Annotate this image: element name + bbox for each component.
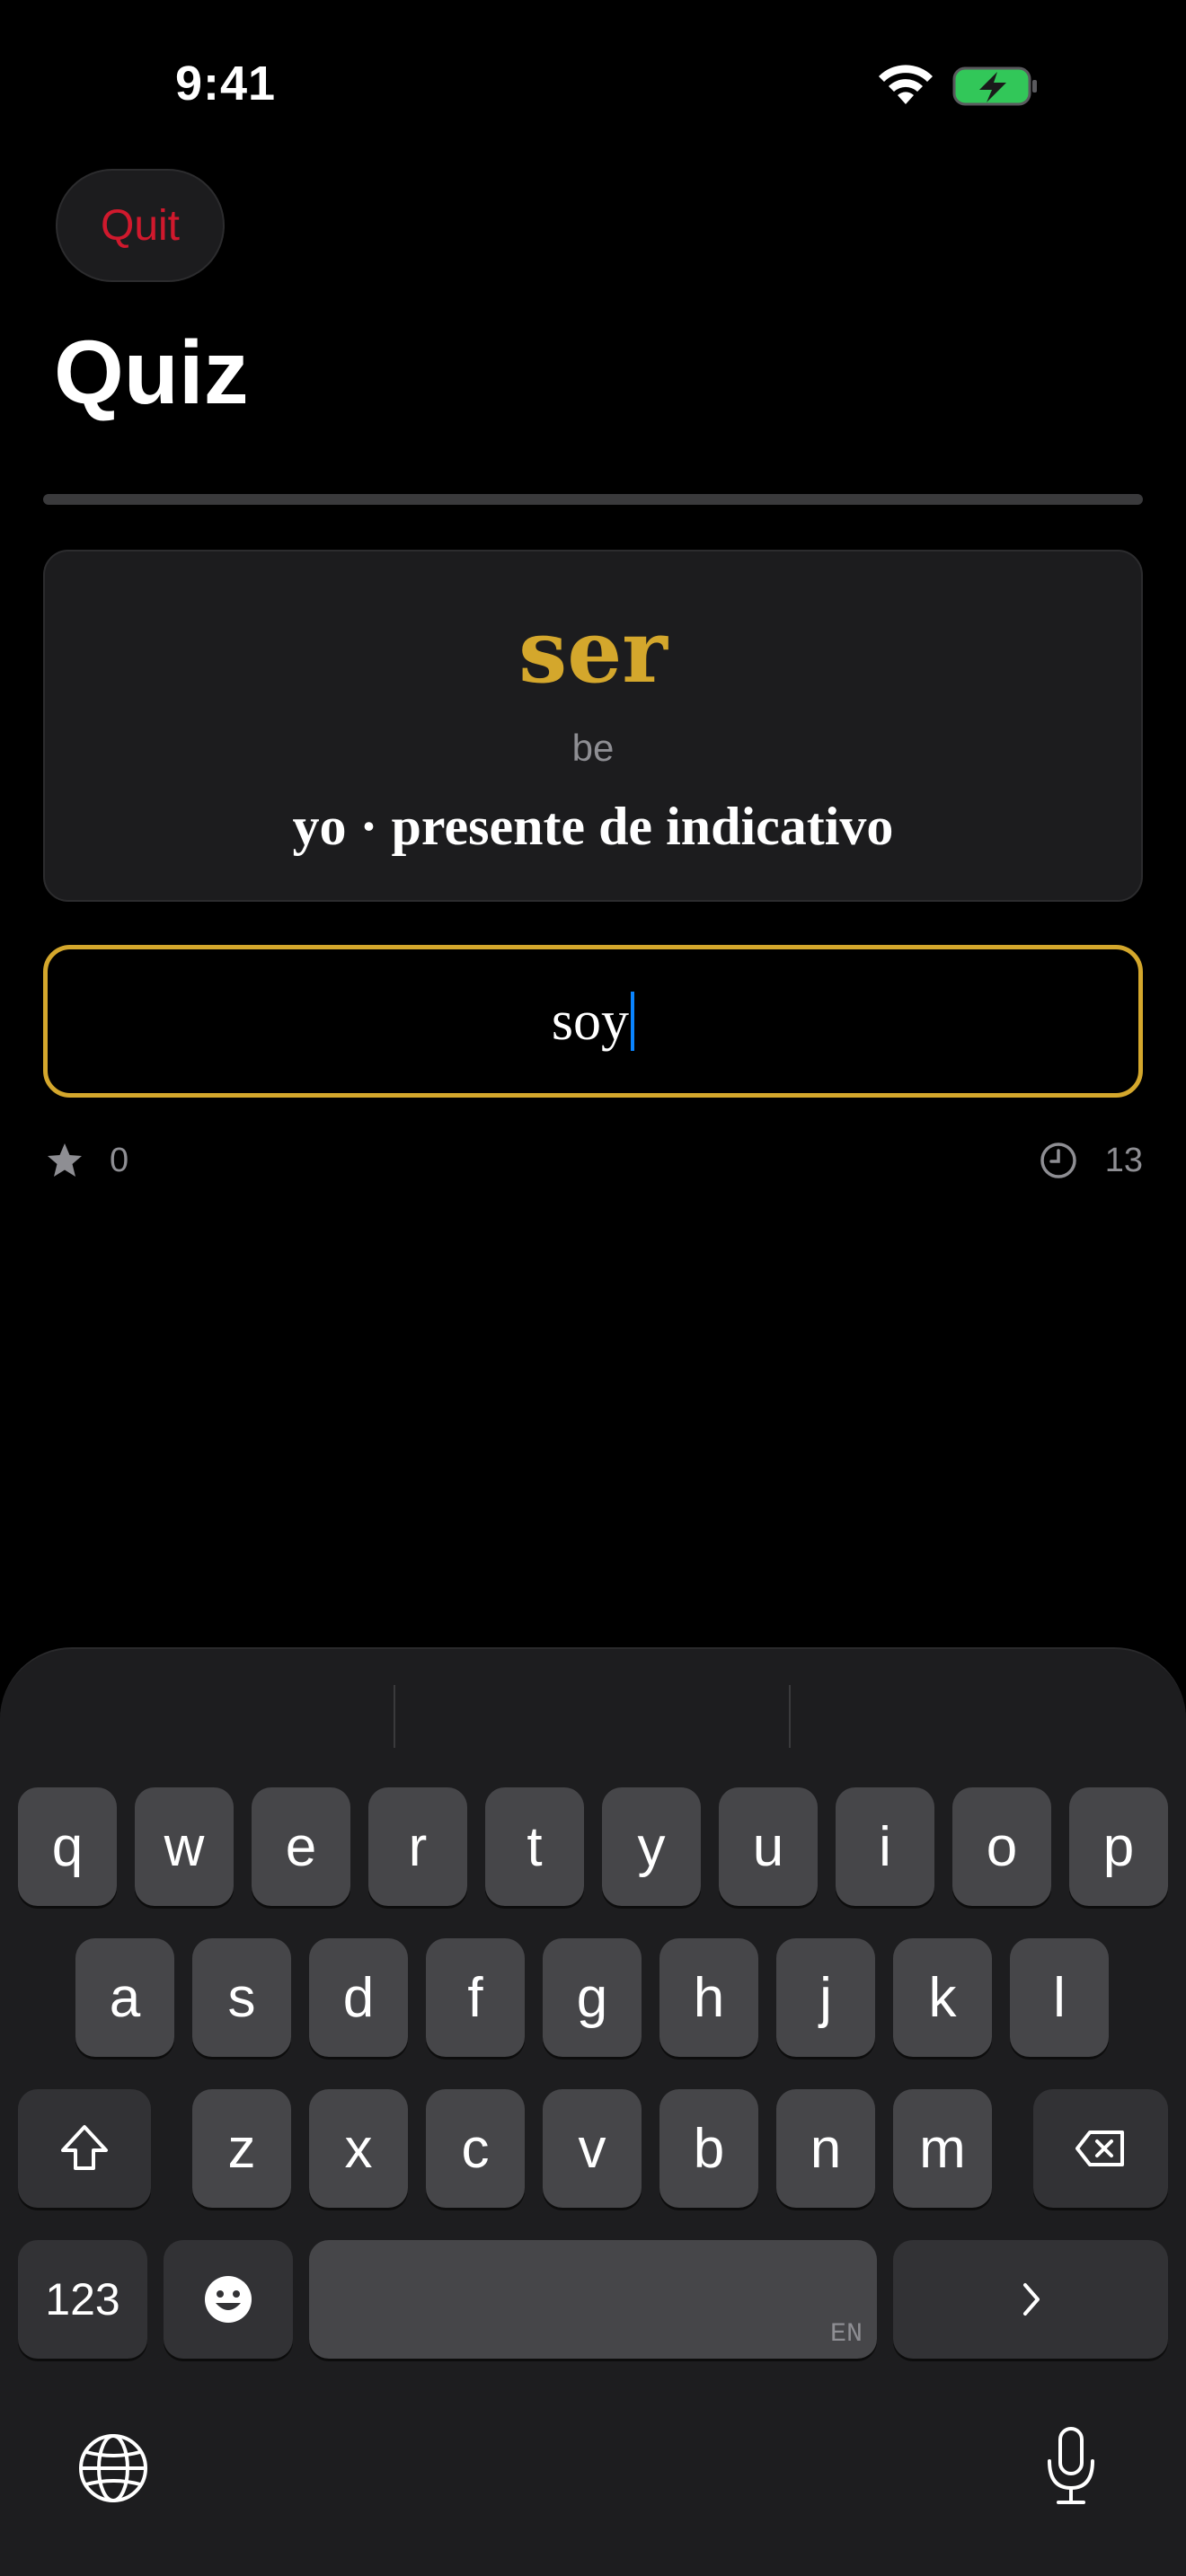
delete-key[interactable]: [1033, 2089, 1168, 2208]
key-j[interactable]: j: [776, 1938, 875, 2057]
key-q[interactable]: q: [18, 1787, 117, 1906]
star-icon: [48, 1143, 82, 1177]
key-m[interactable]: m: [893, 2089, 992, 2208]
remaining-stat: 13: [1039, 1141, 1143, 1180]
emoji-key[interactable]: [164, 2240, 293, 2359]
key-f[interactable]: f: [426, 1938, 525, 2057]
key-s[interactable]: s: [192, 1938, 291, 2057]
shift-key[interactable]: [18, 2089, 151, 2208]
progress-bar: [43, 494, 1143, 505]
key-g[interactable]: g: [543, 1938, 642, 2057]
prompt-card: ser be yo · presente de indicativo: [43, 550, 1143, 902]
numbers-key[interactable]: 123: [18, 2240, 147, 2359]
remaining-value: 13: [1104, 1141, 1143, 1179]
key-p[interactable]: p: [1069, 1787, 1168, 1906]
key-b[interactable]: b: [659, 2089, 758, 2208]
answer-text: soy: [551, 990, 630, 1052]
next-key[interactable]: [893, 2240, 1168, 2359]
key-n[interactable]: n: [776, 2089, 875, 2208]
status-time: 9:41: [175, 57, 277, 110]
conjugation-prompt: yo · presente de indicativo: [292, 797, 894, 856]
key-d[interactable]: d: [309, 1938, 408, 2057]
keyboard: q w e r t y u i o p a s d f g h j k l z …: [0, 1647, 1186, 2576]
text-caret: [631, 992, 635, 1051]
chevron-right-icon: [1023, 2283, 1040, 2316]
score-value: 0: [110, 1141, 129, 1179]
score-stat: 0: [45, 1141, 128, 1180]
key-u[interactable]: u: [719, 1787, 818, 1906]
key-x[interactable]: x: [309, 2089, 408, 2208]
clock-icon: [1040, 1142, 1076, 1178]
key-i[interactable]: i: [836, 1787, 934, 1906]
keyboard-language: EN: [829, 2319, 863, 2350]
verb-infinitive: ser: [518, 601, 668, 702]
quit-button[interactable]: Quit: [56, 169, 225, 282]
page-title: Quiz: [54, 322, 249, 423]
key-k[interactable]: k: [893, 1938, 992, 2057]
key-e[interactable]: e: [252, 1787, 350, 1906]
key-c[interactable]: c: [426, 2089, 525, 2208]
backspace-icon: [1075, 2130, 1124, 2166]
key-t[interactable]: t: [485, 1787, 584, 1906]
key-v[interactable]: v: [543, 2089, 642, 2208]
key-y[interactable]: y: [602, 1787, 701, 1906]
battery-charging-icon: [952, 66, 1037, 106]
key-h[interactable]: h: [659, 1938, 758, 2057]
verb-meaning: be: [571, 727, 615, 769]
key-o[interactable]: o: [952, 1787, 1051, 1906]
key-r[interactable]: r: [368, 1787, 467, 1906]
suggestion-divider: [394, 1685, 395, 1748]
key-w[interactable]: w: [135, 1787, 234, 1906]
suggestion-divider: [789, 1685, 791, 1748]
shift-icon: [61, 2125, 108, 2170]
key-a[interactable]: a: [75, 1938, 174, 2057]
wifi-icon: [879, 65, 933, 104]
emoji-icon: [205, 2276, 252, 2323]
answer-input[interactable]: soy: [43, 945, 1143, 1098]
globe-icon[interactable]: [75, 2430, 151, 2506]
key-l[interactable]: l: [1010, 1938, 1109, 2057]
microphone-icon[interactable]: [1042, 2423, 1100, 2510]
space-key[interactable]: EN: [309, 2240, 877, 2359]
key-z[interactable]: z: [192, 2089, 291, 2208]
